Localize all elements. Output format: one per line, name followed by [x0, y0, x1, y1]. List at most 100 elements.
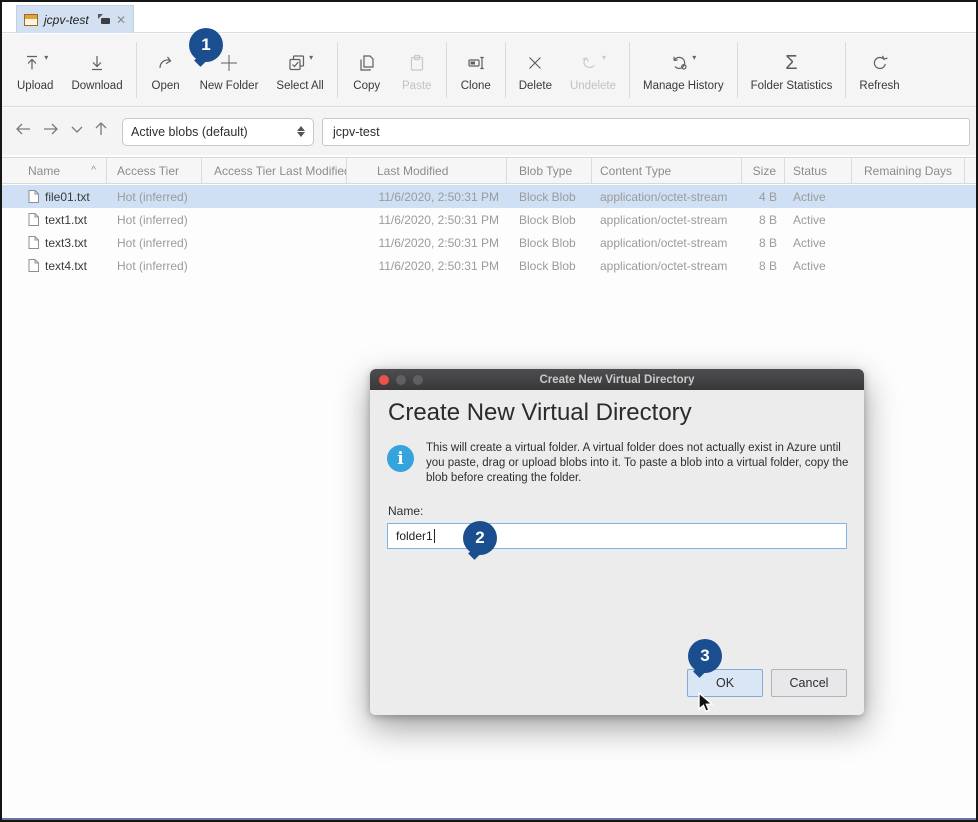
up-directory-button[interactable]: [94, 120, 108, 143]
column-header-access-tier-last-modified[interactable]: Access Tier Last Modified: [202, 158, 347, 183]
toolbar-separator: [845, 42, 846, 98]
name-input-value: folder1: [396, 529, 433, 543]
lease-indicator-icon: [98, 14, 110, 25]
tab-title: jcpv-test: [44, 13, 92, 27]
select-all-label: Select All: [276, 80, 323, 92]
copy-button[interactable]: Copy: [342, 45, 392, 96]
copy-icon: [357, 49, 377, 77]
column-header-status[interactable]: Status: [785, 158, 852, 183]
step-badge-2: 2: [463, 521, 497, 555]
download-label: Download: [71, 80, 122, 92]
select-all-caret-icon: ▾: [309, 53, 313, 62]
close-window-button[interactable]: [379, 375, 389, 385]
table-row[interactable]: file01.txt Hot (inferred) 11/6/2020, 2:5…: [2, 185, 976, 208]
upload-button[interactable]: ▾ Upload: [8, 45, 62, 96]
folder-statistics-label: Folder Statistics: [751, 80, 833, 92]
table-row[interactable]: text1.txt Hot (inferred) 11/6/2020, 2:50…: [2, 208, 976, 231]
open-icon: [156, 49, 176, 77]
undelete-icon: ▾: [580, 49, 606, 77]
mouse-cursor-icon: [697, 692, 717, 721]
clone-icon: [466, 49, 486, 77]
dialog-heading: Create New Virtual Directory: [388, 399, 692, 427]
refresh-label: Refresh: [859, 80, 899, 92]
bottom-accent-line: [2, 818, 976, 820]
upload-label: Upload: [17, 80, 53, 92]
step-badge-3: 3: [688, 639, 722, 673]
toolbar-separator: [446, 42, 447, 98]
toolbar-separator: [629, 42, 630, 98]
clone-label: Clone: [461, 80, 491, 92]
table-header: Name ^ Access Tier Access Tier Last Modi…: [2, 157, 976, 184]
toolbar: ▾ Upload Download Open New Folder: [2, 34, 976, 107]
tab-jcpv-test[interactable]: jcpv-test ✕: [16, 5, 134, 33]
chevron-down-icon[interactable]: [70, 121, 84, 142]
navigation-bar: Active blobs (default) jcpv-test: [2, 108, 976, 155]
blob-filter-value: Active blobs (default): [131, 125, 297, 139]
cancel-button[interactable]: Cancel: [771, 669, 847, 697]
new-folder-label: New Folder: [200, 80, 259, 92]
text-cursor: [434, 529, 435, 543]
column-header-last-modified[interactable]: Last Modified: [347, 158, 507, 183]
delete-icon: [525, 49, 545, 77]
toolbar-separator: [505, 42, 506, 98]
delete-button[interactable]: Delete: [510, 45, 561, 96]
open-button[interactable]: Open: [141, 45, 191, 96]
refresh-icon: [870, 49, 890, 77]
dialog-info-text: This will create a virtual folder. A vir…: [426, 441, 858, 486]
name-input[interactable]: folder1: [387, 523, 847, 549]
delete-label: Delete: [519, 80, 552, 92]
upload-caret-icon: ▾: [44, 53, 48, 62]
tab-bar: jcpv-test ✕: [2, 2, 976, 33]
undelete-label: Undelete: [570, 80, 616, 92]
refresh-button[interactable]: Refresh: [850, 45, 908, 96]
manage-history-caret-icon: ▾: [692, 53, 696, 62]
toolbar-separator: [337, 42, 338, 98]
create-virtual-directory-dialog: Create New Virtual Directory Create New …: [370, 369, 864, 715]
step-badge-1: 1: [189, 28, 223, 62]
download-button[interactable]: Download: [62, 45, 131, 96]
tab-close-icon[interactable]: ✕: [116, 14, 126, 26]
file-icon: [28, 190, 39, 203]
paste-icon: [407, 49, 427, 77]
file-icon: [28, 236, 39, 249]
toolbar-separator: [737, 42, 738, 98]
table-row[interactable]: text3.txt Hot (inferred) 11/6/2020, 2:50…: [2, 231, 976, 254]
name-field-label: Name:: [388, 504, 423, 518]
clone-button[interactable]: Clone: [451, 45, 501, 96]
manage-history-button[interactable]: ▾ Manage History: [634, 45, 733, 96]
file-icon: [28, 259, 39, 272]
path-value: jcpv-test: [333, 125, 380, 139]
dialog-window-title: Create New Virtual Directory: [539, 374, 694, 386]
column-header-name[interactable]: Name ^: [2, 158, 107, 183]
column-header-blob-type[interactable]: Blob Type: [507, 158, 592, 183]
maximize-window-button: [413, 375, 423, 385]
info-icon: i: [387, 445, 414, 472]
manage-history-label: Manage History: [643, 80, 724, 92]
file-icon: [28, 213, 39, 226]
column-header-size[interactable]: Size: [742, 158, 785, 183]
open-label: Open: [152, 80, 180, 92]
dialog-titlebar[interactable]: Create New Virtual Directory: [370, 369, 864, 390]
container-icon: [24, 14, 38, 26]
select-stepper-icon: [297, 126, 305, 137]
blob-filter-select[interactable]: Active blobs (default): [122, 118, 314, 146]
table-row[interactable]: text4.txt Hot (inferred) 11/6/2020, 2:50…: [2, 254, 976, 277]
folder-statistics-button[interactable]: Σ Folder Statistics: [742, 45, 842, 96]
forward-button[interactable]: [42, 121, 60, 142]
select-all-button[interactable]: ▾ Select All: [267, 45, 332, 96]
sigma-icon: Σ: [785, 49, 797, 77]
column-header-remaining-days[interactable]: Remaining Days: [852, 158, 965, 183]
paste-button: Paste: [392, 45, 442, 96]
select-all-icon: ▾: [287, 49, 313, 77]
download-icon: [87, 49, 107, 77]
copy-label: Copy: [353, 80, 380, 92]
minimize-window-button: [396, 375, 406, 385]
sort-ascending-icon: ^: [91, 165, 96, 176]
toolbar-separator: [136, 42, 137, 98]
back-button[interactable]: [14, 121, 32, 142]
manage-history-icon: ▾: [670, 49, 696, 77]
path-input[interactable]: jcpv-test: [322, 118, 970, 146]
upload-icon: ▾: [22, 49, 48, 77]
column-header-access-tier[interactable]: Access Tier: [107, 158, 202, 183]
column-header-content-type[interactable]: Content Type: [592, 158, 742, 183]
